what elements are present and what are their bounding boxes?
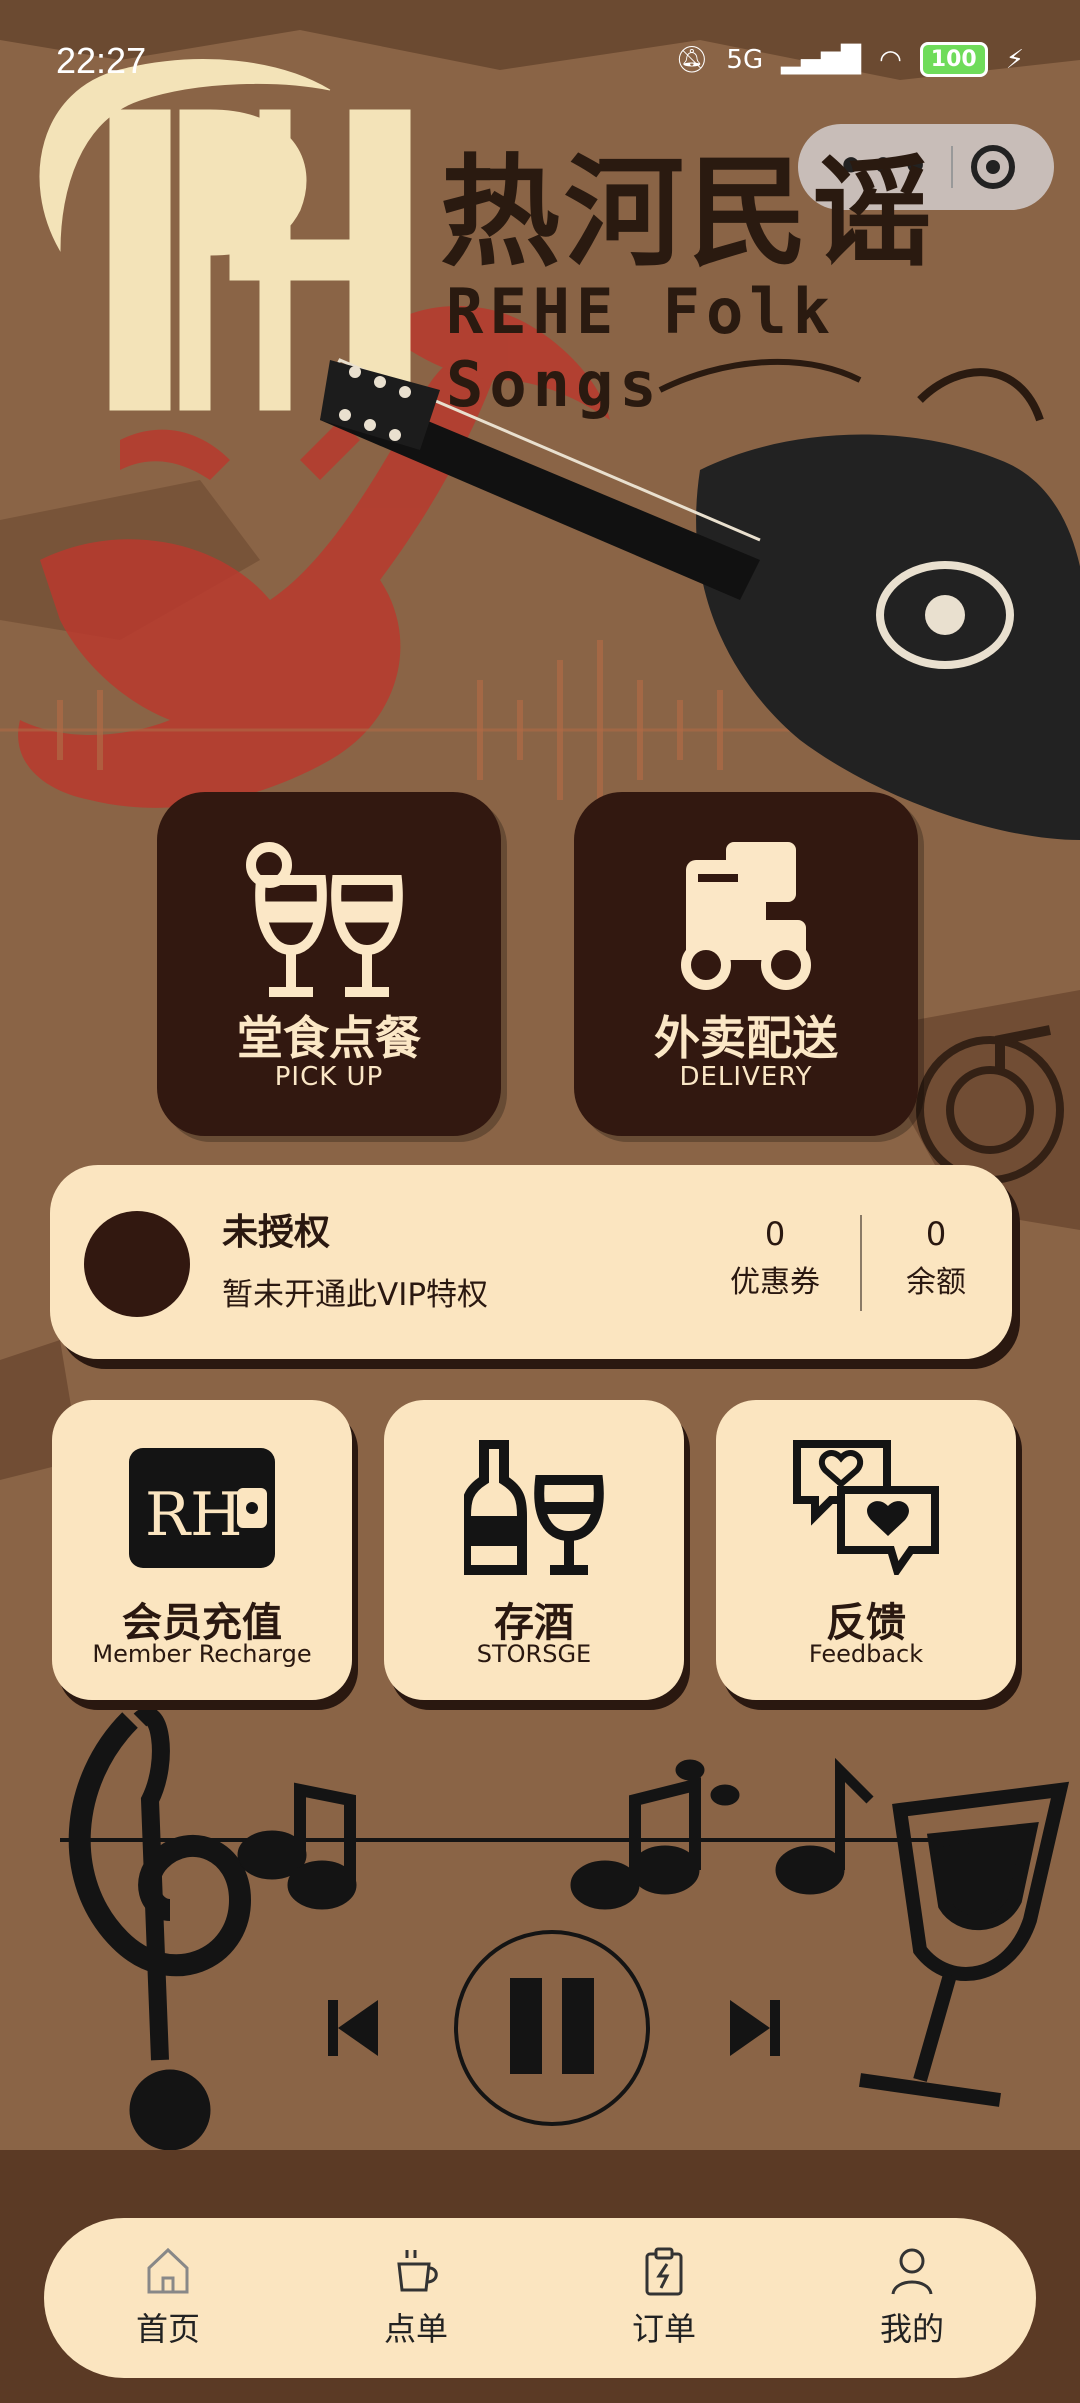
storage-subtitle: STORSGE (476, 1640, 592, 1668)
tab-home[interactable]: 首页 (78, 2246, 258, 2350)
music-player (328, 1930, 780, 2126)
coffee-cup-icon (397, 2250, 438, 2292)
delivery-button[interactable]: 外卖配送 DELIVERY (574, 792, 918, 1136)
battery-icon: 100 (919, 42, 988, 77)
coupons-count: 0 (764, 1215, 786, 1253)
charging-icon: ⚡ (1005, 44, 1024, 75)
previous-track-icon (328, 2000, 378, 2056)
coupons-stat[interactable]: 0 优惠券 (730, 1215, 820, 1301)
member-status-desc: 暂未开通此VIP特权 (222, 1277, 489, 1313)
mute-bell-icon: 🔕︎ (675, 44, 709, 75)
bottom-tab-bar: 首页 点单 订单 我的 (44, 2218, 1036, 2378)
balance-stat[interactable]: 0 余额 (906, 1215, 966, 1301)
dine-in-title: 堂食点餐 (237, 1011, 421, 1065)
svg-text:RH: RH (145, 1480, 243, 1550)
heart-chat-icon (716, 1440, 1016, 1580)
dine-in-subtitle: PICK UP (274, 1062, 384, 1092)
balance-label: 余额 (906, 1265, 966, 1300)
pause-button (454, 1930, 650, 2126)
next-track-icon (730, 2000, 780, 2056)
status-icons: 🔕︎ 5G ▂▄▆█ ◠ 100 ⚡ (675, 42, 1024, 77)
dine-in-order-button[interactable]: 堂食点餐 PICK UP (157, 792, 501, 1136)
tab-order[interactable]: 点单 (326, 2246, 506, 2350)
brand-name-en: REHE Folk Songs (446, 275, 836, 421)
tab-order-label: 点单 (383, 2310, 448, 2348)
status-time: 22:27 (56, 40, 147, 81)
delivery-subtitle: DELIVERY (679, 1062, 813, 1092)
tab-orders[interactable]: 订单 (574, 2246, 754, 2350)
member-recharge-button[interactable]: RH 会员充值 Member Recharge (52, 1400, 352, 1700)
capsule-divider (951, 146, 954, 188)
tab-mine[interactable]: 我的 (822, 2246, 1002, 2350)
stat-divider (860, 1215, 862, 1311)
delivery-truck-icon (574, 840, 918, 1000)
close-target-icon[interactable] (971, 145, 1016, 189)
tab-home-label: 首页 (135, 2310, 200, 2348)
storage-button[interactable]: 存酒 STORSGE (384, 1400, 684, 1700)
wifi-icon: ◠ (879, 44, 902, 75)
member-card[interactable]: 未授权 暂未开通此VIP特权 0 优惠券 0 余额 (50, 1165, 1012, 1359)
brand-name-cn: 热河民谣 (440, 142, 936, 283)
network-label: 5G (726, 44, 764, 75)
feedback-subtitle: Feedback (808, 1640, 924, 1668)
home-icon (147, 2247, 189, 2294)
bottle-glass-icon (384, 1440, 684, 1580)
signal-icon: ▂▄▆█ (781, 44, 862, 75)
member-card-icon: RH (52, 1440, 352, 1580)
tab-mine-label: 我的 (879, 2310, 944, 2348)
coupons-label: 优惠券 (730, 1265, 820, 1300)
feedback-button[interactable]: 反馈 Feedback (716, 1400, 1016, 1700)
member-recharge-subtitle: Member Recharge (92, 1640, 312, 1668)
avatar (84, 1211, 190, 1317)
delivery-title: 外卖配送 (654, 1011, 838, 1065)
member-status-title: 未授权 (222, 1212, 331, 1253)
tab-orders-label: 订单 (631, 2310, 696, 2348)
user-icon (891, 2248, 933, 2295)
wine-glasses-icon (157, 840, 501, 1000)
balance-amount: 0 (925, 1215, 947, 1253)
clipboard-icon (645, 2247, 683, 2296)
